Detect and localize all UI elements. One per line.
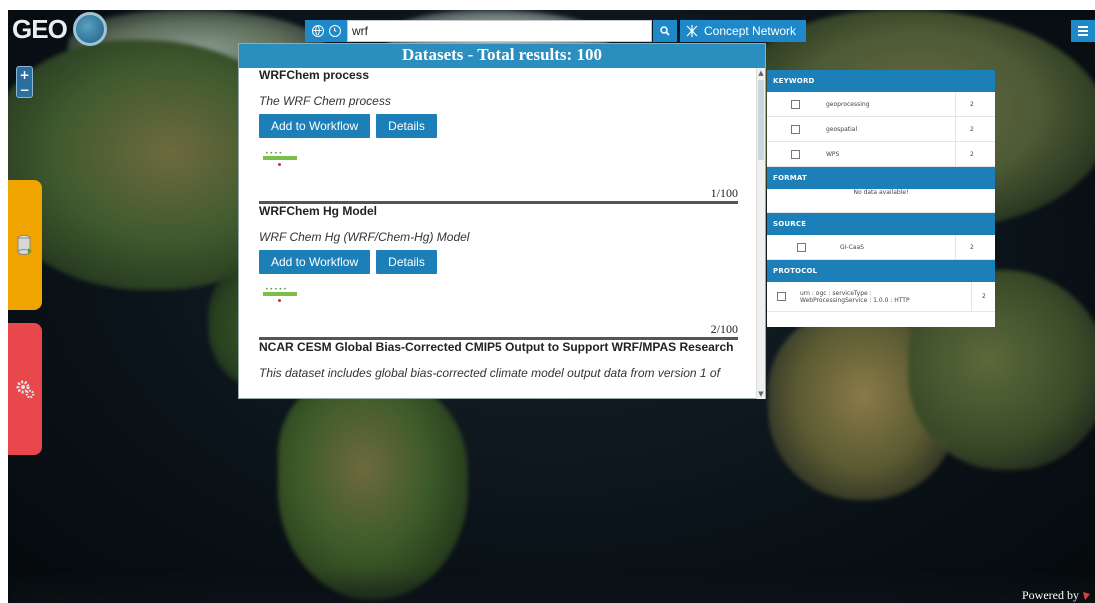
workflow-thumbnail-icon: ••••• <box>263 286 299 302</box>
zoom-out-button[interactable]: − <box>19 83 29 97</box>
datasets-list[interactable]: WRFChem process The WRF Chem process Add… <box>239 68 758 399</box>
globe-logo-icon <box>72 12 107 46</box>
facet-checkbox[interactable] <box>791 149 800 159</box>
scroll-up-arrow-icon[interactable]: ▲ <box>757 68 765 78</box>
magnifier-icon <box>660 26 670 36</box>
facet-count: 2 <box>955 117 995 141</box>
datasets-header: Datasets - Total results: 100 <box>239 44 765 68</box>
result-counter: 2/100 <box>710 322 738 336</box>
clock-icon[interactable] <box>328 25 341 37</box>
result-counter: 1/100 <box>710 186 738 200</box>
map-antarctica <box>8 570 1095 603</box>
dataset-item: WRFChem Hg Model WRF Chem Hg (WRF/Chem-H… <box>259 204 738 340</box>
facet-checkbox[interactable] <box>797 242 806 252</box>
facet-checkbox[interactable] <box>777 292 786 301</box>
network-icon <box>686 25 698 37</box>
facet-label: GI-CaaS <box>840 243 864 251</box>
thumbnail-marker <box>278 163 281 166</box>
facet-keyword-header: KEYWORD <box>767 70 995 92</box>
gears-icon <box>16 380 35 399</box>
thumbnail-bar <box>263 292 297 296</box>
dataset-description: The WRF Chem process <box>259 94 391 108</box>
datasets-side-tab[interactable] <box>8 180 42 310</box>
facet-count: 2 <box>955 92 995 116</box>
dataset-item: WRFChem process The WRF Chem process Add… <box>259 68 738 204</box>
facet-label: geospatial <box>826 125 858 133</box>
map-south-america <box>278 380 468 600</box>
facet-label-line: WebProcessingService : 1.0.0 : HTTP <box>800 296 910 304</box>
scroll-down-arrow-icon[interactable]: ▼ <box>757 389 765 399</box>
dataset-item: NCAR CESM Global Bias-Corrected CMIP5 Ou… <box>259 340 738 380</box>
facet-protocol-header: PROTOCOL <box>767 260 995 282</box>
logo-text: GEO <box>12 13 68 44</box>
menu-line <box>1078 34 1088 36</box>
dataset-title[interactable]: NCAR CESM Global Bias-Corrected CMIP5 Ou… <box>259 340 738 356</box>
geo-logo[interactable]: GEO <box>12 12 132 46</box>
search-input[interactable] <box>347 20 652 42</box>
details-button[interactable]: Details <box>376 114 437 138</box>
facet-row: geoprocessing 2 <box>767 92 995 117</box>
add-to-workflow-button[interactable]: Add to Workflow <box>259 114 371 138</box>
app-screen: GEO Concept Network + − <box>0 0 1095 603</box>
search-button[interactable] <box>653 20 677 42</box>
facet-format-header: FORMAT <box>767 167 995 189</box>
dataset-description: WRF Chem Hg (WRF/Chem-Hg) Model <box>259 230 470 244</box>
dataset-actions: Add to Workflow Details <box>259 114 738 138</box>
globe-icon[interactable] <box>311 25 324 37</box>
menu-line <box>1078 30 1088 32</box>
powered-by-text: Powered by <box>1022 588 1079 602</box>
dataset-title[interactable]: WRFChem process <box>259 68 738 84</box>
facets-panel: KEYWORD geoprocessing 2 geospatial 2 WPS… <box>767 70 995 327</box>
dataset-description: This dataset includes global bias-correc… <box>259 366 720 380</box>
powered-by[interactable]: Powered by <box>1022 588 1091 603</box>
thumbnail-marker <box>278 299 281 302</box>
facet-label: urn : ogc : serviceType : WebProcessingS… <box>786 290 971 304</box>
thumbnail-bar <box>263 156 297 160</box>
settings-side-tab[interactable] <box>8 323 42 455</box>
details-button[interactable]: Details <box>376 250 437 274</box>
facet-row: GI-CaaS 2 <box>767 235 995 260</box>
database-icon <box>17 235 32 255</box>
dataset-title[interactable]: WRFChem Hg Model <box>259 204 738 220</box>
datasets-scrollbar[interactable]: ▲ ▼ <box>756 68 765 399</box>
facet-empty-message: No data available! <box>767 189 995 213</box>
facet-checkbox[interactable] <box>791 124 800 134</box>
facet-count: 2 <box>955 142 995 166</box>
partner-logo-icon <box>1083 591 1090 600</box>
facet-count: 2 <box>971 282 995 311</box>
facet-label: geoprocessing <box>826 100 870 108</box>
scroll-thumb[interactable] <box>758 80 764 160</box>
facet-label: WPS <box>826 150 840 158</box>
concept-network-label: Concept Network <box>704 24 797 38</box>
concept-network-button[interactable]: Concept Network <box>680 20 807 42</box>
add-to-workflow-button[interactable]: Add to Workflow <box>259 250 371 274</box>
search-bar <box>305 20 677 42</box>
search-options <box>305 20 347 42</box>
menu-line <box>1078 26 1088 28</box>
facet-count: 2 <box>955 235 995 259</box>
facet-source-header: SOURCE <box>767 213 995 235</box>
zoom-control: + − <box>16 66 33 98</box>
datasets-panel: Datasets - Total results: 100 WRFChem pr… <box>238 43 766 399</box>
facet-row: WPS 2 <box>767 142 995 167</box>
facet-label-line: urn : ogc : serviceType : <box>800 289 872 297</box>
workflow-thumbnail-icon: •••• <box>263 150 299 166</box>
dataset-actions: Add to Workflow Details <box>259 250 738 274</box>
facet-row: geospatial 2 <box>767 117 995 142</box>
hamburger-menu-button[interactable] <box>1071 20 1095 42</box>
facet-checkbox[interactable] <box>791 99 800 109</box>
facet-row: urn : ogc : serviceType : WebProcessingS… <box>767 282 995 312</box>
zoom-in-button[interactable]: + <box>19 68 29 82</box>
